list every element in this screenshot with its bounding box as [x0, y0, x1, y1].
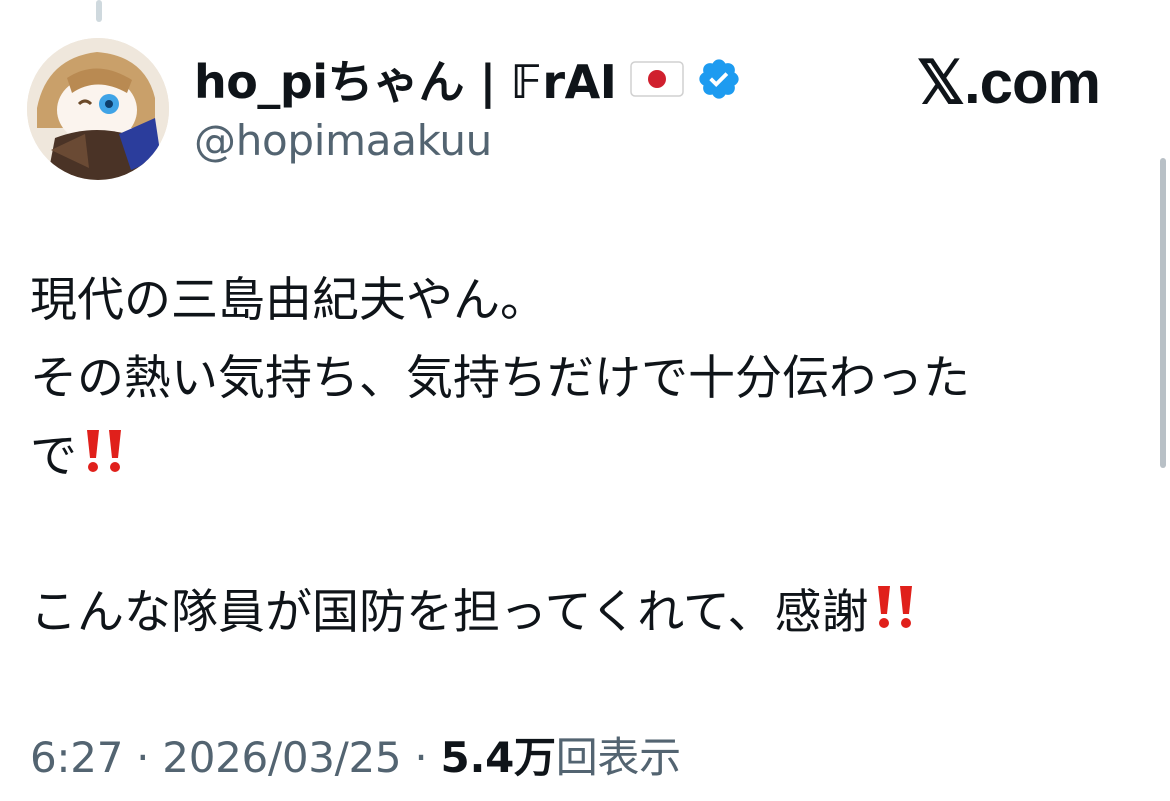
verified-badge-icon[interactable]	[696, 56, 742, 102]
japan-flag-icon	[630, 61, 685, 97]
tweet-line-text: こんな隊員が国防を担ってくれて、感謝	[30, 585, 869, 640]
author-handle[interactable]: @hopimaakuu	[194, 116, 894, 165]
avatar-illustration	[27, 38, 169, 180]
tweet-meta: 6:27 · 2026/03/25 · 5.4万回表示	[30, 724, 681, 785]
tweet-header: ho_piちゃん | 𝔽rAI @hopimaakuu	[194, 48, 894, 165]
views-count: 5.4万	[440, 733, 557, 782]
meta-separator: ·	[401, 733, 441, 782]
tweet-line: その熱い気持ち、気持ちだけで十分伝わった	[30, 351, 970, 406]
site-watermark: 𝕏.com	[916, 49, 1101, 116]
double-exclamation-icon	[87, 430, 121, 472]
avatar[interactable]	[27, 38, 169, 180]
tweet-time[interactable]: 6:27	[30, 733, 123, 782]
tweet-line-text: で	[30, 429, 77, 484]
thread-connector-line	[96, 0, 102, 22]
tweet-text: 現代の三島由紀夫やん。 その熱い気持ち、気持ちだけで十分伝わった で こんな隊員…	[30, 262, 1120, 652]
tweet-date[interactable]: 2026/03/25	[162, 733, 401, 782]
tweet-line: で	[30, 418, 1120, 496]
author-display-name[interactable]: ho_piちゃん | 𝔽rAI	[194, 46, 617, 112]
meta-separator: ·	[123, 733, 163, 782]
scrollbar[interactable]	[1160, 158, 1166, 468]
tweet-line: 現代の三島由紀夫やん。	[30, 273, 547, 328]
author-name-row: ho_piちゃん | 𝔽rAI	[194, 48, 894, 110]
views-label: 回表示	[555, 733, 681, 782]
double-exclamation-icon	[878, 586, 913, 628]
tweet-line: こんな隊員が国防を担ってくれて、感謝	[30, 574, 1120, 652]
